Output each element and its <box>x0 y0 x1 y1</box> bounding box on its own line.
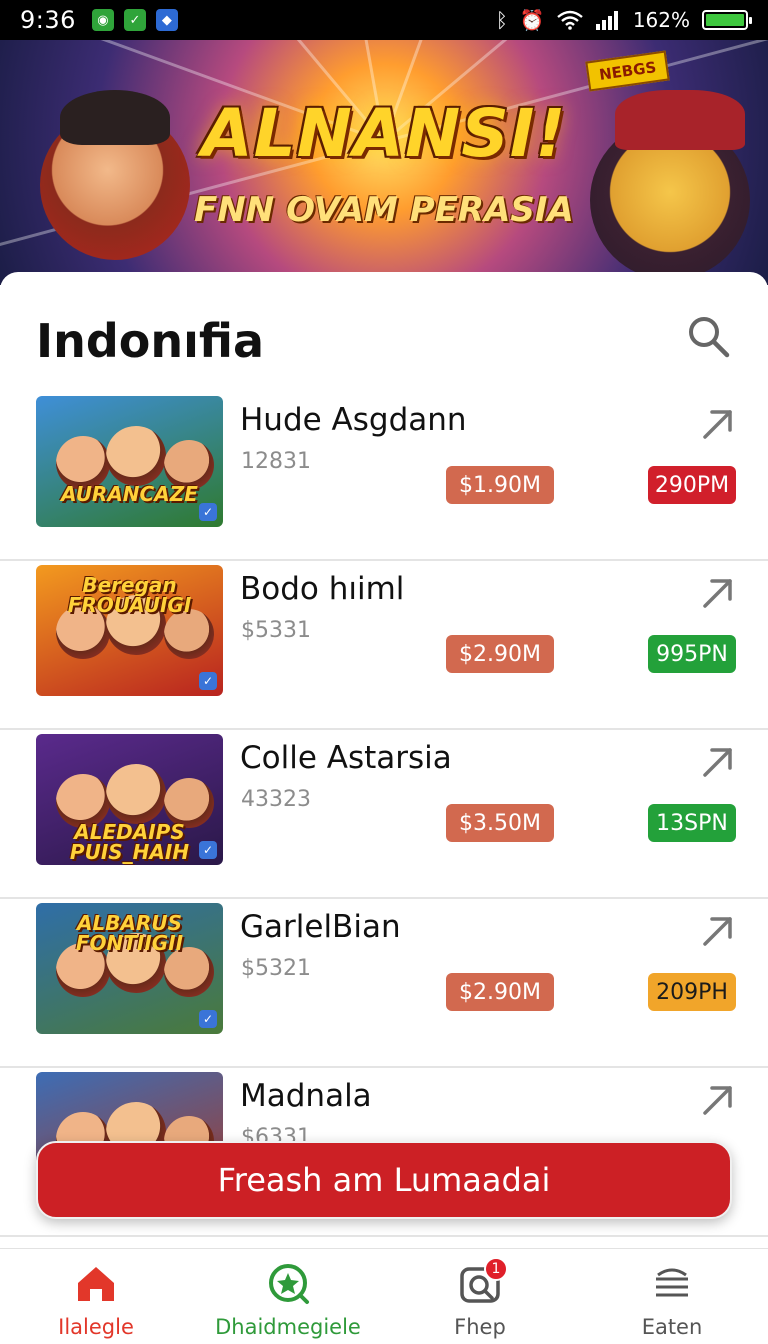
open-arrow-icon[interactable] <box>700 406 736 442</box>
open-arrow-icon[interactable] <box>700 913 736 949</box>
status-time: 9:36 <box>20 6 76 34</box>
banner-subtitle: FNN OVAM PERASIA <box>194 190 574 230</box>
bottom-nav: Ilalegle Dhaidmegiele 1 Fhep Eaten <box>0 1248 768 1344</box>
price-badge: $1.90M <box>446 466 554 504</box>
nav-item-camera-search[interactable]: 1 Fhep <box>384 1249 576 1344</box>
game-name: Bodo hıiml <box>240 571 405 607</box>
notification-app-check-icon: ✓ <box>123 9 146 31</box>
price-badge: $2.90M <box>446 973 554 1011</box>
battery-icon <box>702 10 752 30</box>
verified-badge-icon: ✓ <box>199 841 217 859</box>
nav-label: Eaten <box>641 1315 703 1339</box>
game-name: GarlelBian <box>240 909 401 945</box>
bluetooth-icon: ᛒ <box>495 8 508 32</box>
game-subtitle: $5331 <box>241 618 311 643</box>
game-list: AURANCAZE ✓ Hude Asgdann 12831 $1.90M 290PM Be… <box>0 392 768 1237</box>
status-tag: 290PM <box>648 466 736 504</box>
status-tag: 13SPN <box>648 804 736 842</box>
verified-badge-icon: ✓ <box>199 672 217 690</box>
verified-badge-icon: ✓ <box>199 503 217 521</box>
nav-label: Dhaidmegiele <box>215 1315 361 1339</box>
notification-app-green-icon: ◉ <box>91 9 114 31</box>
thumbnail-title: ALEDAIPS PUIS_HAIH <box>69 820 190 864</box>
game-row[interactable]: ALBARUS FONTIIGII ✓ GarlelBian $5321 $2.90M 2… <box>0 899 768 1068</box>
game-row[interactable]: Beregan FROUAUIGI ✓ Bodo hıiml $5331 $2.90M 9… <box>0 561 768 730</box>
open-arrow-icon[interactable] <box>700 1082 736 1118</box>
banner-badge: NEBGS <box>584 50 670 92</box>
game-thumbnail[interactable]: AURANCAZE ✓ <box>36 396 223 527</box>
notification-badge: 1 <box>484 1257 508 1281</box>
game-subtitle: 43323 <box>241 787 311 812</box>
wifi-icon <box>557 10 583 30</box>
notification-app-blue-icon: ◆ <box>155 9 178 31</box>
status-bar: 9:36 ◉ ✓ ◆ ᛒ ⏰ 162% <box>0 0 768 40</box>
price-badge: $2.90M <box>446 635 554 673</box>
open-arrow-icon[interactable] <box>700 575 736 611</box>
status-tag: 209PH <box>648 973 736 1011</box>
verified-badge-icon: ✓ <box>199 1010 217 1028</box>
thumbnail-title: AURANCAZE <box>61 482 198 506</box>
promo-banner[interactable]: NEBGS ALNANSI! FNN OVAM PERASIA <box>0 40 768 285</box>
battery-percent: 162% <box>632 8 690 32</box>
alarm-icon: ⏰ <box>519 8 545 32</box>
explore-icon <box>269 1264 309 1304</box>
menu-icon <box>656 1268 688 1297</box>
nav-item-menu[interactable]: Eaten <box>576 1249 768 1344</box>
content-sheet: Indonıfia AURANCAZE ✓ Hude Asgdann 12831 $1.… <box>0 272 768 1252</box>
open-arrow-icon[interactable] <box>700 744 736 780</box>
thumbnail-character <box>106 764 166 824</box>
game-name: Madnala <box>240 1078 372 1114</box>
game-name: Colle Astarsia <box>240 740 452 776</box>
nav-label: Ilalegle <box>58 1315 134 1339</box>
price-badge: $3.50M <box>446 804 554 842</box>
nav-label: Fhep <box>454 1315 506 1339</box>
banner-title: ALNANSI! <box>201 95 567 172</box>
game-subtitle: 12831 <box>241 449 311 474</box>
game-subtitle: $5321 <box>241 956 311 981</box>
nav-item-home[interactable]: Ilalegle <box>0 1249 192 1344</box>
game-thumbnail[interactable]: Beregan FROUAUIGI ✓ <box>36 565 223 696</box>
primary-cta-button[interactable]: Freash am Lumaadai <box>36 1141 732 1219</box>
status-tag: 995PN <box>648 635 736 673</box>
nav-item-explore[interactable]: Dhaidmegiele <box>192 1249 384 1344</box>
game-name: Hude Asgdann <box>240 402 467 438</box>
game-row[interactable]: ALEDAIPS PUIS_HAIH ✓ Colle Astarsia 43323 $3… <box>0 730 768 899</box>
page-title: Indonıfia <box>36 314 265 368</box>
thumbnail-character <box>106 426 166 486</box>
thumbnail-title: Beregan FROUAUIGI <box>67 573 192 617</box>
home-icon <box>78 1267 114 1301</box>
search-icon[interactable] <box>684 312 732 360</box>
thumbnail-title: ALBARUS FONTIIGII <box>75 911 184 955</box>
game-thumbnail[interactable]: ALBARUS FONTIIGII ✓ <box>36 903 223 1034</box>
game-thumbnail[interactable]: ALEDAIPS PUIS_HAIH ✓ <box>36 734 223 865</box>
game-row[interactable]: AURANCAZE ✓ Hude Asgdann 12831 $1.90M 290PM <box>0 392 768 561</box>
signal-icon <box>595 11 618 30</box>
